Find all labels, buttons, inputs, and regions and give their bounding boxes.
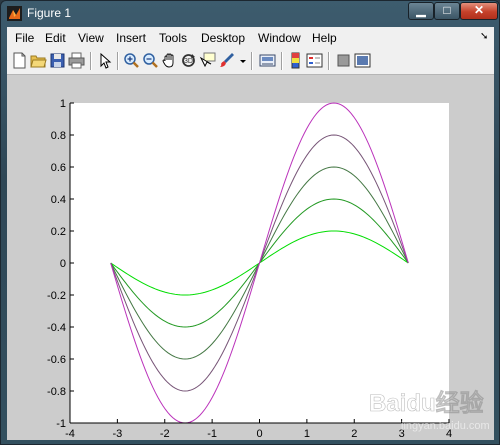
pan-button[interactable] — [161, 52, 178, 69]
zoom-in-icon — [124, 53, 139, 68]
minimize-icon: ▁ — [416, 3, 426, 17]
data-cursor-icon — [199, 52, 216, 68]
show-plot-tools-button[interactable] — [354, 52, 371, 69]
rotate-3d-icon: 3D — [182, 54, 195, 67]
print-figure-button[interactable] — [68, 52, 85, 69]
insert-colorbar-button[interactable] — [287, 52, 304, 69]
menu-tools[interactable]: Tools — [159, 31, 187, 45]
new-figure-button[interactable] — [11, 52, 28, 69]
brush-button[interactable] — [218, 52, 235, 69]
insert-legend-button[interactable] — [306, 52, 323, 69]
data-cursor-button[interactable] — [199, 52, 216, 69]
zoom-out-button[interactable] — [142, 52, 159, 69]
figure-client: File Edit View Insert Tools Desktop Wind… — [7, 27, 494, 440]
menu-insert[interactable]: Insert — [116, 31, 146, 45]
watermark-url: jingyan.baidu.com — [400, 420, 490, 432]
menu-view[interactable]: View — [78, 31, 104, 45]
toolbar-separator — [90, 52, 92, 70]
x-tick-label: -3 — [112, 428, 122, 440]
watermark-brand: Baidu经验 — [369, 389, 484, 417]
menu-help[interactable]: Help — [312, 31, 337, 45]
arrow-pointer-icon — [100, 52, 112, 69]
y-tick-label: -0.8 — [47, 386, 66, 398]
y-tick-label: -1 — [56, 418, 66, 430]
save-figure-button[interactable] — [49, 52, 66, 69]
rotate-3d-button[interactable]: 3D — [180, 52, 197, 69]
show-plot-tools-icon — [354, 53, 371, 68]
y-tick-label: -0.4 — [47, 322, 66, 334]
y-tick-label: 0.4 — [51, 194, 66, 206]
matlab-icon — [7, 6, 22, 21]
x-tick-label: -2 — [160, 428, 170, 440]
printer-icon — [68, 52, 85, 69]
toolbar-separator — [251, 52, 253, 70]
zoom-out-icon — [143, 53, 158, 68]
hide-plot-tools-icon — [337, 54, 350, 67]
y-tick-label: -0.6 — [47, 354, 66, 366]
link-plot-button[interactable] — [259, 52, 276, 69]
open-file-button[interactable] — [30, 52, 47, 69]
pan-hand-icon — [162, 53, 174, 68]
figure-window: Figure 1 ▁ □ ✕ File Edit View Insert Too… — [0, 0, 500, 445]
y-tick-label: 0.6 — [51, 162, 66, 174]
x-tick-label: -1 — [207, 428, 217, 440]
x-tick-label: 0 — [256, 428, 262, 440]
menu-bar: File Edit View Insert Tools Desktop Wind… — [7, 27, 494, 48]
y-tick-label: 0 — [60, 258, 66, 270]
baidu-watermark: Baidu经验 jingyan.baidu.com — [369, 389, 490, 432]
x-tick-label: -4 — [65, 428, 75, 440]
dock-arrow-icon[interactable]: ➘ — [480, 31, 488, 42]
minimize-button[interactable]: ▁ — [408, 2, 434, 20]
save-disk-icon — [50, 53, 65, 68]
maximize-icon: □ — [443, 3, 451, 17]
brush-dropdown[interactable] — [235, 52, 246, 69]
brush-icon — [220, 53, 234, 67]
svg-text:3D: 3D — [184, 58, 193, 65]
new-file-icon — [13, 52, 26, 69]
colorbar-icon — [291, 52, 300, 69]
dropdown-arrow-icon — [240, 60, 246, 63]
line-plot[interactable]: -4 -3 -2 -1 0 1 2 3 4 -1-0.8-0.6-0.4-0.200.20.40… — [7, 75, 494, 440]
menu-file[interactable]: File — [15, 31, 34, 45]
y-tick-label: 1 — [60, 98, 66, 110]
window-title: Figure 1 — [27, 6, 72, 20]
y-tick-label: -0.2 — [47, 290, 66, 302]
hide-plot-tools-button[interactable] — [335, 52, 352, 69]
legend-icon — [306, 53, 323, 68]
menu-window[interactable]: Window — [258, 31, 301, 45]
menu-edit[interactable]: Edit — [45, 31, 66, 45]
figure-toolbar: 3D — [7, 48, 494, 75]
title-bar[interactable]: Figure 1 ▁ □ ✕ — [1, 1, 499, 27]
close-icon: ✕ — [473, 3, 485, 17]
y-tick-label: 0.8 — [51, 130, 66, 142]
toolbar-separator — [328, 52, 330, 70]
x-tick-label: 1 — [304, 428, 310, 440]
close-button[interactable]: ✕ — [460, 2, 498, 20]
y-tick-label: 0.2 — [51, 226, 66, 238]
open-folder-icon — [30, 55, 47, 68]
edit-plot-button[interactable] — [96, 52, 113, 69]
x-tick-label: 2 — [351, 428, 357, 440]
zoom-in-button[interactable] — [123, 52, 140, 69]
toolbar-separator — [281, 52, 283, 70]
maximize-button[interactable]: □ — [434, 2, 460, 20]
link-plot-icon — [259, 54, 276, 67]
toolbar-separator — [117, 52, 119, 70]
figure-canvas[interactable]: -4 -3 -2 -1 0 1 2 3 4 -1 -0.8 -0.6 -0.4 -0.2 0 0.2 0.4 0… — [7, 75, 494, 440]
menu-desktop[interactable]: Desktop — [201, 31, 245, 45]
